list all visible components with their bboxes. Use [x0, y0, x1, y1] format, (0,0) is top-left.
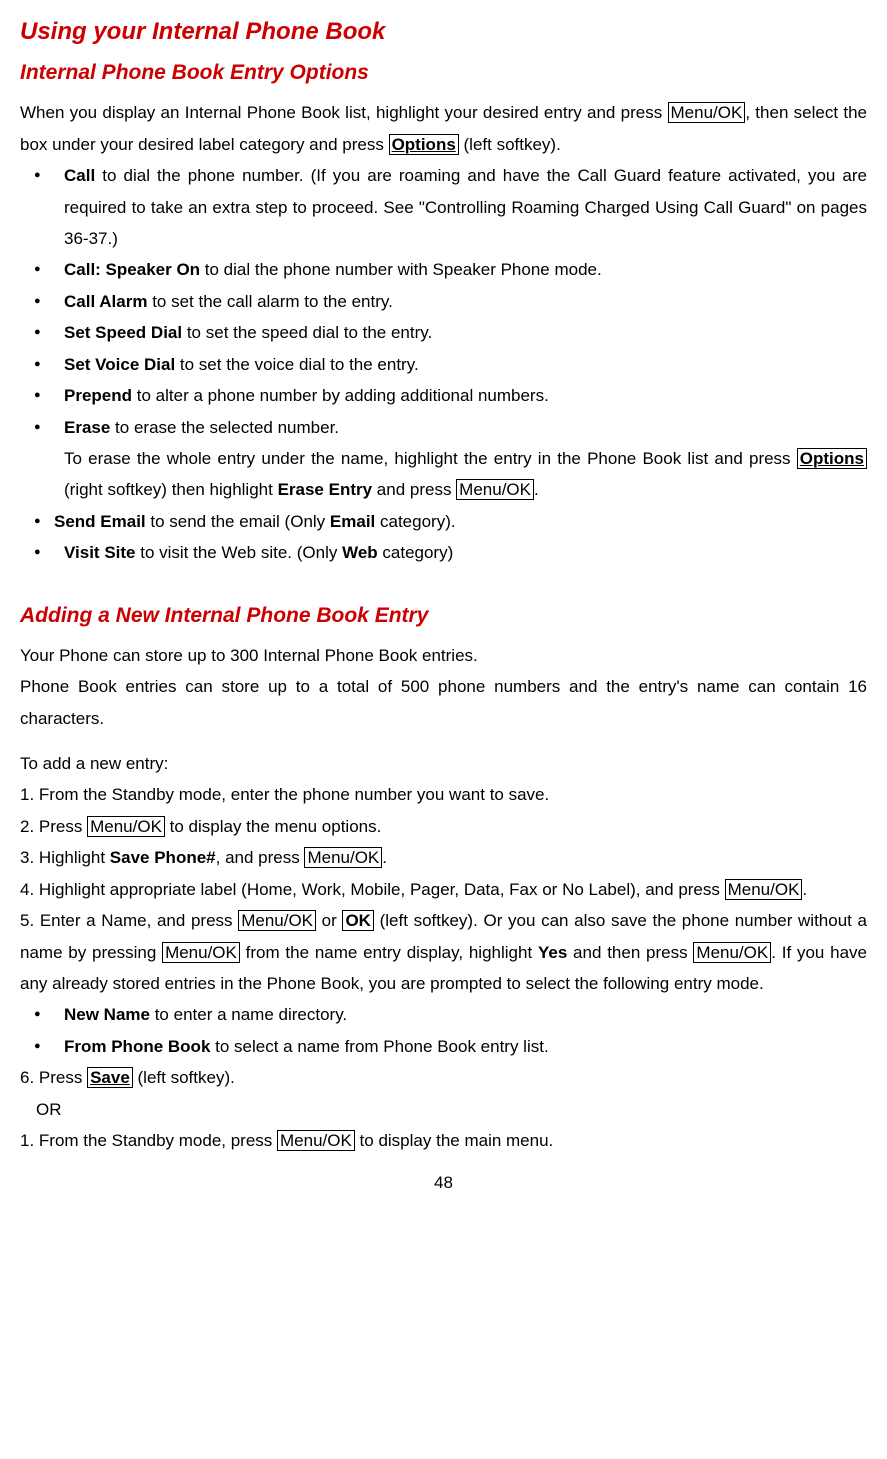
list-item: From Phone Book to select a name from Ph… — [20, 1031, 867, 1062]
adding-p1: Your Phone can store up to 300 Internal … — [20, 640, 867, 671]
key-options: Options — [797, 448, 867, 469]
key-ok: OK — [342, 910, 374, 931]
options-list: Call to dial the phone number. (If you a… — [20, 160, 867, 443]
step-item: Highlight Save Phone#, and press Menu/OK… — [20, 842, 867, 873]
list-item: Send Email to send the email (Only Email… — [20, 506, 867, 537]
alt-step-1: 1. From the Standby mode, press Menu/OK … — [20, 1125, 867, 1156]
key-save: Save — [87, 1067, 133, 1088]
step-item: Enter a Name, and press Menu/OK or OK (l… — [20, 905, 867, 999]
list-item: Call Alarm to set the call alarm to the … — [20, 286, 867, 317]
key-menu-ok: Menu/OK — [162, 942, 240, 963]
step-item: Highlight appropriate label (Home, Work,… — [20, 874, 867, 905]
key-menu-ok: Menu/OK — [238, 910, 316, 931]
page-title: Using your Internal Phone Book — [20, 10, 867, 54]
step-6: 6. Press Save (left softkey). — [20, 1062, 867, 1093]
list-item: Erase to erase the selected number. — [20, 412, 867, 443]
list-item: Set Voice Dial to set the voice dial to … — [20, 349, 867, 380]
key-options: Options — [389, 134, 459, 155]
key-menu-ok: Menu/OK — [668, 102, 746, 123]
key-menu-ok: Menu/OK — [87, 816, 165, 837]
intro-paragraph: When you display an Internal Phone Book … — [20, 97, 867, 160]
or-text: OR — [20, 1094, 867, 1125]
list-item: Set Speed Dial to set the speed dial to … — [20, 317, 867, 348]
step-item: Press Menu/OK to display the menu option… — [20, 811, 867, 842]
steps-intro: To add a new entry: — [20, 748, 867, 779]
section-heading-adding: Adding a New Internal Phone Book Entry — [20, 597, 867, 636]
list-item: New Name to enter a name directory. — [20, 999, 867, 1030]
key-menu-ok: Menu/OK — [693, 942, 771, 963]
key-menu-ok: Menu/OK — [277, 1130, 355, 1151]
entry-mode-list: New Name to enter a name directory. From… — [20, 999, 867, 1062]
list-item: Call: Speaker On to dial the phone numbe… — [20, 254, 867, 285]
key-menu-ok: Menu/OK — [725, 879, 803, 900]
list-item: Visit Site to visit the Web site. (Only … — [20, 537, 867, 568]
step-item: From the Standby mode, enter the phone n… — [20, 779, 867, 810]
page-number: 48 — [20, 1167, 867, 1198]
steps-list: From the Standby mode, enter the phone n… — [20, 779, 867, 999]
key-menu-ok: Menu/OK — [456, 479, 534, 500]
erase-sub-note: To erase the whole entry under the name,… — [20, 443, 867, 506]
list-item: Prepend to alter a phone number by addin… — [20, 380, 867, 411]
key-menu-ok: Menu/OK — [304, 847, 382, 868]
adding-p2: Phone Book entries can store up to a tot… — [20, 671, 867, 734]
options-list-cont: Send Email to send the email (Only Email… — [20, 506, 867, 569]
list-item: Call to dial the phone number. (If you a… — [20, 160, 867, 254]
section-heading-options: Internal Phone Book Entry Options — [20, 54, 867, 93]
